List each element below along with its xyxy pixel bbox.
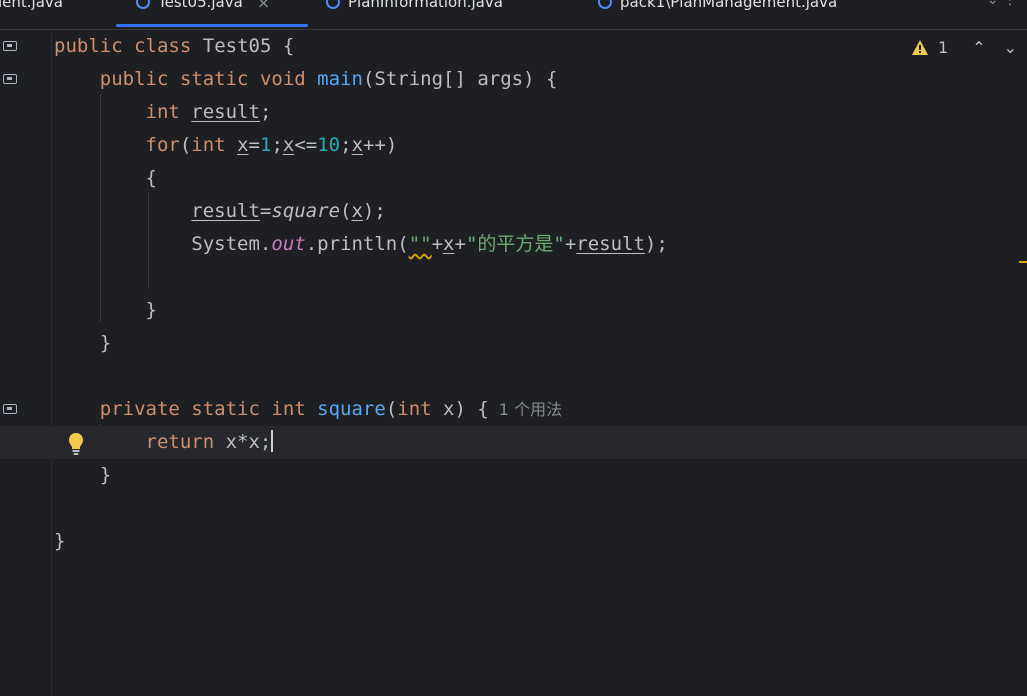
code-text: return x*x; [145,430,274,453]
code-line: } [0,525,1027,558]
text-caret [271,430,274,452]
code-text: System.out.println(""+x+"的平方是"+result); [191,233,668,255]
warning-count: 1 [938,38,949,57]
close-icon[interactable]: × [257,0,270,12]
java-class-icon [598,0,612,9]
code-line-current: return x*x; [0,426,1027,459]
code-text: public class Test05 { [54,35,295,57]
code-text: private static int square(int x) {1 个用法 [99,398,563,420]
warning-icon[interactable] [912,40,928,55]
java-class-icon [326,0,340,9]
code-line: public class Test05 { [0,30,1027,63]
tab-more-actions[interactable]: ⌄ ⋮ [987,0,1017,8]
code-line: { [0,162,1027,195]
lightbulb-icon[interactable] [67,432,85,456]
code-text: } [54,530,66,552]
code-text: result=square(x); [191,200,386,222]
code-text: { [54,167,157,189]
code-text: } [54,332,112,354]
code-text: } [54,299,157,321]
code-line: int result; [0,96,1027,129]
tab-label: pack1\PlanManagement.java [620,0,838,11]
code-line: } [0,294,1027,327]
tab-ient-java[interactable]: ient.java [0,0,63,16]
chevron-up-icon[interactable]: ⌃ [972,38,985,57]
java-class-icon [136,0,150,9]
code-text: } [54,464,112,486]
active-tab-indicator [116,24,308,27]
code-text: public static void main(String[] args) { [99,68,558,90]
inspection-widget[interactable]: 1 ⌃ ⌄ [912,38,1017,57]
code-editor[interactable]: public class Test05 { public static void… [0,30,1027,696]
tab-label: ient.java [0,0,63,11]
tab-planinformation-java[interactable]: PlanInformation.java [326,0,503,16]
tab-planmanagement-java[interactable]: pack1\PlanManagement.java [598,0,837,16]
code-line: for(int x=1;x<=10;x++) [0,129,1027,162]
code-line: } [0,327,1027,360]
chevron-down-icon[interactable]: ⌄ [1004,38,1017,57]
code-line: private static int square(int x) {1 个用法 [0,393,1027,426]
scrollbar-warning-marker[interactable] [1019,261,1027,263]
code-text: int result; [145,101,272,123]
code-line: result=square(x); [0,195,1027,228]
tab-label: PlanInformation.java [348,0,503,11]
code-text: for(int x=1;x<=10;x++) [145,134,398,156]
code-line: System.out.println(""+x+"的平方是"+result); [0,228,1027,261]
code-line: } [0,459,1027,492]
editor-tab-bar: ient.java Test05.java × PlanInformation.… [0,0,1027,30]
code-line: public static void main(String[] args) { [0,63,1027,96]
tab-label: Test05.java [158,0,243,11]
tab-test05-java[interactable]: Test05.java × [136,0,270,16]
usage-hint[interactable]: 1 个用法 [499,400,562,419]
